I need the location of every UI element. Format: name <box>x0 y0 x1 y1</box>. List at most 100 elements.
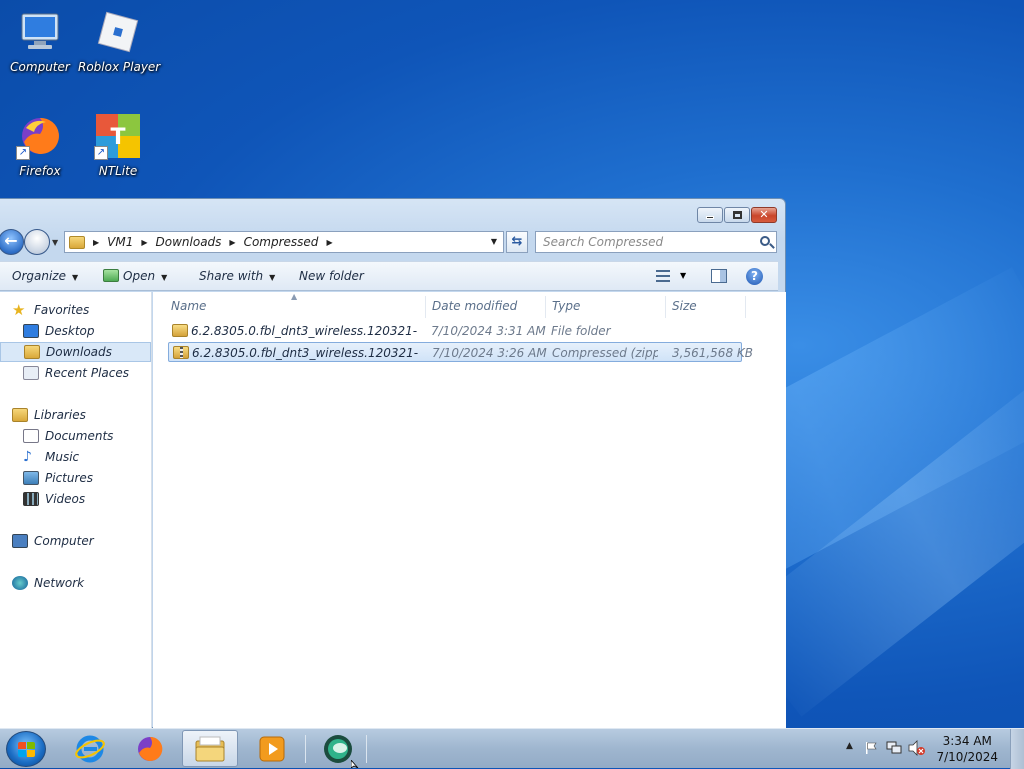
pictures-icon <box>23 471 39 485</box>
show-hidden-icons-button[interactable]: ▲ <box>846 741 853 751</box>
nav-pictures[interactable]: Pictures <box>23 468 93 488</box>
nav-documents[interactable]: Documents <box>23 426 113 446</box>
new-folder-button[interactable]: New folder <box>299 262 364 290</box>
clock-date: 7/10/2024 <box>936 750 998 764</box>
organize-button[interactable]: Organize ▼ <box>12 262 78 290</box>
back-button[interactable]: ← <box>0 229 24 255</box>
windows-logo-icon <box>18 742 36 758</box>
taskbar: ▲ 3:34 AM 7/10/2024 <box>0 728 1024 769</box>
mouse-cursor-icon <box>351 760 359 768</box>
clock[interactable]: 3:34 AM 7/10/2024 <box>936 733 998 765</box>
chevron-down-icon: ▼ <box>269 273 276 282</box>
change-view-icon[interactable] <box>656 270 670 282</box>
breadcrumb-vm1[interactable]: VM1 <box>107 235 133 249</box>
column-divider[interactable] <box>545 296 546 318</box>
navigation-pane: ★ Favorites Desktop Downloads Recent Plac… <box>0 292 152 728</box>
nav-label: Videos <box>45 492 86 506</box>
column-divider[interactable] <box>745 296 746 318</box>
desktop-icon-computer[interactable]: Computer <box>0 8 80 74</box>
chevron-down-icon: ▼ <box>161 273 168 282</box>
minimize-button[interactable] <box>697 207 723 223</box>
chevron-right-icon[interactable]: ▶ <box>326 238 332 247</box>
address-dropdown[interactable]: ▼ <box>491 237 497 246</box>
column-header-size[interactable]: Size <box>672 296 697 316</box>
help-icon[interactable]: ? <box>746 268 763 285</box>
search-input[interactable]: Search Compressed <box>535 231 777 253</box>
taskbar-media-player[interactable] <box>244 730 300 767</box>
nav-music[interactable]: ♪ Music <box>23 447 79 467</box>
app-icon <box>324 734 352 763</box>
music-icon: ♪ <box>23 449 32 465</box>
minimize-icon <box>706 216 714 219</box>
chevron-right-icon[interactable]: ▶ <box>93 238 99 247</box>
nav-label: Libraries <box>34 408 86 422</box>
desktop-icon-roblox[interactable]: Roblox Player <box>78 8 161 74</box>
chevron-right-icon[interactable]: ▶ <box>229 238 235 247</box>
column-header-date-modified[interactable]: Date modified <box>432 296 517 316</box>
network-icon[interactable] <box>886 741 902 755</box>
file-date: 7/10/2024 3:26 AM <box>432 346 547 360</box>
volume-muted-icon[interactable] <box>908 740 926 756</box>
libraries-icon <box>12 408 28 422</box>
column-divider[interactable] <box>425 296 426 318</box>
command-bar: Organize ▼ Open ▼ Share with ▼ New folder ▼… <box>0 261 778 291</box>
nav-desktop[interactable]: Desktop <box>23 321 95 341</box>
maximize-button[interactable] <box>724 207 750 223</box>
firefox-icon <box>138 736 163 761</box>
desktop-icon-firefox[interactable]: ↗ Firefox <box>0 112 80 178</box>
preview-pane-icon[interactable] <box>711 269 727 283</box>
nav-recent-places[interactable]: Recent Places <box>23 363 129 383</box>
file-name: 6.2.8305.0.fbl_dnt3_wireless.120321-1800… <box>192 346 418 360</box>
chevron-down-icon: ▼ <box>71 273 79 282</box>
column-header-name[interactable]: Name <box>171 296 206 316</box>
nav-libraries[interactable]: Libraries <box>12 405 86 425</box>
column-header-type[interactable]: Type <box>552 296 580 316</box>
address-bar[interactable]: ▶ VM1 ▶ Downloads ▶ Compressed ▶ ▼ <box>64 231 504 253</box>
close-button[interactable]: ✕ <box>751 207 777 223</box>
forward-button[interactable] <box>24 229 50 255</box>
start-button[interactable] <box>6 731 46 767</box>
search-icon[interactable] <box>760 236 770 246</box>
desktop-icon-ntlite[interactable]: T ↗ NTLite <box>78 112 158 178</box>
close-icon: ✕ <box>759 208 769 221</box>
refresh-icon: ⇆ <box>511 234 523 249</box>
taskbar-divider <box>366 735 367 763</box>
refresh-button[interactable]: ⇆ <box>506 231 528 253</box>
desktop-icon-label: Roblox Player <box>78 60 161 74</box>
action-center-flag-icon[interactable] <box>864 741 878 755</box>
nav-label: Desktop <box>45 324 95 338</box>
chevron-right-icon[interactable]: ▶ <box>141 238 147 247</box>
desktop-icon-label: NTLite <box>98 164 138 178</box>
content-scroll-area <box>778 292 786 728</box>
file-row[interactable]: 6.2.8305.0.fbl_dnt3_wireless.120321-1800… <box>168 321 742 341</box>
downloads-icon <box>24 345 40 359</box>
column-divider[interactable] <box>665 296 666 318</box>
breadcrumb-downloads[interactable]: Downloads <box>156 235 222 249</box>
nav-label: Music <box>45 450 80 464</box>
nav-downloads[interactable]: Downloads <box>0 342 151 362</box>
share-with-button[interactable]: Share with ▼ <box>199 262 275 290</box>
nav-label: Documents <box>45 429 114 443</box>
nav-favorites[interactable]: ★ Favorites <box>12 300 89 320</box>
roblox-icon <box>94 8 142 56</box>
recent-places-icon <box>23 366 39 380</box>
maximize-icon <box>733 211 742 219</box>
star-icon: ★ <box>12 301 26 319</box>
open-button[interactable]: Open ▼ <box>103 262 167 290</box>
nav-label: Pictures <box>45 471 94 485</box>
nav-videos[interactable]: Videos <box>23 489 85 509</box>
nav-network[interactable]: Network <box>12 573 84 593</box>
shortcut-arrow-icon: ↗ <box>16 146 30 160</box>
taskbar-internet-explorer[interactable] <box>62 730 118 767</box>
svg-text:T: T <box>110 125 125 150</box>
show-desktop-button[interactable] <box>1010 729 1024 769</box>
taskbar-windows-explorer[interactable] <box>182 730 238 767</box>
nav-label: Favorites <box>34 303 90 317</box>
taskbar-firefox[interactable] <box>122 730 178 767</box>
breadcrumb-compressed[interactable]: Compressed <box>244 235 319 249</box>
nav-computer[interactable]: Computer <box>12 531 94 551</box>
file-row-selected[interactable]: 6.2.8305.0.fbl_dnt3_wireless.120321-1800… <box>168 342 753 362</box>
recent-pages-dropdown[interactable]: ▼ <box>52 238 58 247</box>
folder-icon <box>69 235 85 249</box>
view-dropdown[interactable]: ▼ <box>680 262 686 290</box>
